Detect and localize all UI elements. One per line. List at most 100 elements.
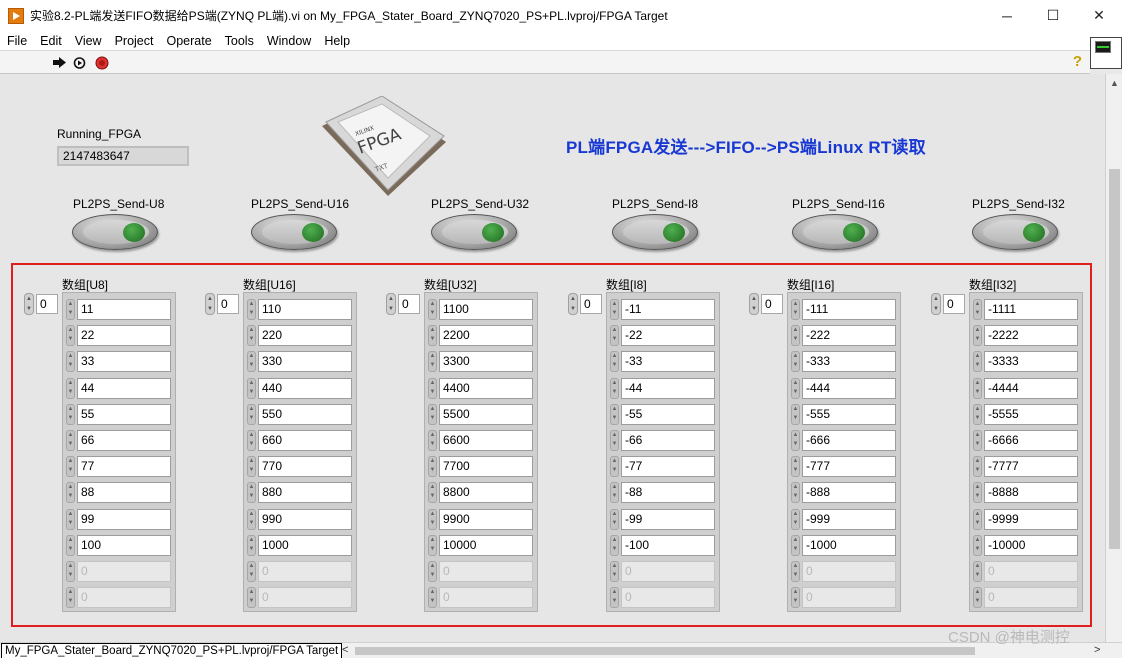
array-element[interactable]: 660 xyxy=(258,430,352,451)
array-element[interactable]: -1000 xyxy=(802,535,896,556)
array-element[interactable]: -3333 xyxy=(984,351,1078,372)
element-increment-decrement-icon[interactable]: ▲ ▼ xyxy=(791,404,800,425)
array-element[interactable]: -111 xyxy=(802,299,896,320)
array-element[interactable]: -11 xyxy=(621,299,715,320)
element-increment-decrement-icon[interactable]: ▲ ▼ xyxy=(973,351,982,372)
element-increment-decrement-icon[interactable]: ▲ ▼ xyxy=(428,509,437,530)
element-increment-decrement-icon[interactable]: ▲ ▼ xyxy=(973,509,982,530)
element-increment-decrement-icon[interactable]: ▲ ▼ xyxy=(791,325,800,346)
index-increment-decrement-icon[interactable]: ▲ ▼ xyxy=(205,293,215,315)
maximize-button[interactable]: ☐ xyxy=(1030,0,1076,31)
array-element[interactable]: 0 xyxy=(621,561,715,582)
vertical-scrollbar[interactable]: ▲ xyxy=(1105,74,1122,642)
element-increment-decrement-icon[interactable]: ▲ ▼ xyxy=(66,351,75,372)
array-element[interactable]: -555 xyxy=(802,404,896,425)
array-element[interactable]: 55 xyxy=(77,404,171,425)
element-increment-decrement-icon[interactable]: ▲ ▼ xyxy=(66,587,75,608)
element-increment-decrement-icon[interactable]: ▲ ▼ xyxy=(610,299,619,320)
array-element[interactable]: -2222 xyxy=(984,325,1078,346)
element-increment-decrement-icon[interactable]: ▲ ▼ xyxy=(247,587,256,608)
array-element[interactable]: -100 xyxy=(621,535,715,556)
array-element[interactable]: 7700 xyxy=(439,456,533,477)
element-increment-decrement-icon[interactable]: ▲ ▼ xyxy=(791,482,800,503)
element-increment-decrement-icon[interactable]: ▲ ▼ xyxy=(610,351,619,372)
send-button[interactable] xyxy=(251,214,337,250)
array-element[interactable]: -5555 xyxy=(984,404,1078,425)
element-increment-decrement-icon[interactable]: ▲ ▼ xyxy=(791,378,800,399)
element-increment-decrement-icon[interactable]: ▲ ▼ xyxy=(973,587,982,608)
array-element[interactable]: 9900 xyxy=(439,509,533,530)
menu-view[interactable]: View xyxy=(68,34,108,48)
element-increment-decrement-icon[interactable]: ▲ ▼ xyxy=(428,482,437,503)
index-increment-decrement-icon[interactable]: ▲ ▼ xyxy=(568,293,578,315)
array-element[interactable]: 220 xyxy=(258,325,352,346)
element-increment-decrement-icon[interactable]: ▲ ▼ xyxy=(610,430,619,451)
scroll-left-icon[interactable]: < xyxy=(342,643,348,658)
array-element[interactable]: -44 xyxy=(621,378,715,399)
element-increment-decrement-icon[interactable]: ▲ ▼ xyxy=(973,299,982,320)
minimize-button[interactable]: ─ xyxy=(984,0,1030,31)
element-increment-decrement-icon[interactable]: ▲ ▼ xyxy=(247,351,256,372)
array-element[interactable]: 88 xyxy=(77,482,171,503)
array-element[interactable]: 1100 xyxy=(439,299,533,320)
close-button[interactable]: ✕ xyxy=(1076,0,1122,31)
array-index-input[interactable]: 0 xyxy=(36,294,58,314)
send-button[interactable] xyxy=(612,214,698,250)
element-increment-decrement-icon[interactable]: ▲ ▼ xyxy=(610,456,619,477)
element-increment-decrement-icon[interactable]: ▲ ▼ xyxy=(66,404,75,425)
array-element[interactable]: 0 xyxy=(77,561,171,582)
element-increment-decrement-icon[interactable]: ▲ ▼ xyxy=(610,561,619,582)
send-button[interactable] xyxy=(431,214,517,250)
menu-edit[interactable]: Edit xyxy=(33,34,68,48)
array-element[interactable]: 11 xyxy=(77,299,171,320)
abort-stop-icon[interactable] xyxy=(93,54,111,71)
element-increment-decrement-icon[interactable]: ▲ ▼ xyxy=(66,430,75,451)
array-element[interactable]: 22 xyxy=(77,325,171,346)
element-increment-decrement-icon[interactable]: ▲ ▼ xyxy=(973,430,982,451)
array-element[interactable]: -999 xyxy=(802,509,896,530)
run-arrow-icon[interactable] xyxy=(50,54,68,71)
element-increment-decrement-icon[interactable]: ▲ ▼ xyxy=(973,404,982,425)
array-element[interactable]: -444 xyxy=(802,378,896,399)
index-increment-decrement-icon[interactable]: ▲ ▼ xyxy=(386,293,396,315)
element-increment-decrement-icon[interactable]: ▲ ▼ xyxy=(247,561,256,582)
array-element[interactable]: -1111 xyxy=(984,299,1078,320)
array-element[interactable]: 5500 xyxy=(439,404,533,425)
element-increment-decrement-icon[interactable]: ▲ ▼ xyxy=(973,325,982,346)
array-element[interactable]: -33 xyxy=(621,351,715,372)
element-increment-decrement-icon[interactable]: ▲ ▼ xyxy=(791,351,800,372)
element-increment-decrement-icon[interactable]: ▲ ▼ xyxy=(791,509,800,530)
element-increment-decrement-icon[interactable]: ▲ ▼ xyxy=(66,378,75,399)
element-increment-decrement-icon[interactable]: ▲ ▼ xyxy=(66,509,75,530)
element-increment-decrement-icon[interactable]: ▲ ▼ xyxy=(247,456,256,477)
element-increment-decrement-icon[interactable]: ▲ ▼ xyxy=(973,561,982,582)
array-element[interactable]: 880 xyxy=(258,482,352,503)
array-element[interactable]: 66 xyxy=(77,430,171,451)
element-increment-decrement-icon[interactable]: ▲ ▼ xyxy=(610,482,619,503)
array-element[interactable]: 6600 xyxy=(439,430,533,451)
array-element[interactable]: 3300 xyxy=(439,351,533,372)
element-increment-decrement-icon[interactable]: ▲ ▼ xyxy=(247,325,256,346)
element-increment-decrement-icon[interactable]: ▲ ▼ xyxy=(428,561,437,582)
array-element[interactable]: -10000 xyxy=(984,535,1078,556)
menu-tools[interactable]: Tools xyxy=(218,34,260,48)
menu-file[interactable]: File xyxy=(0,34,33,48)
array-element[interactable]: 4400 xyxy=(439,378,533,399)
element-increment-decrement-icon[interactable]: ▲ ▼ xyxy=(66,299,75,320)
array-element[interactable]: -7777 xyxy=(984,456,1078,477)
element-increment-decrement-icon[interactable]: ▲ ▼ xyxy=(428,325,437,346)
array-element[interactable]: 0 xyxy=(802,587,896,608)
index-increment-decrement-icon[interactable]: ▲ ▼ xyxy=(749,293,759,315)
array-element[interactable]: -6666 xyxy=(984,430,1078,451)
array-element[interactable]: 0 xyxy=(984,587,1078,608)
array-index-input[interactable]: 0 xyxy=(761,294,783,314)
element-increment-decrement-icon[interactable]: ▲ ▼ xyxy=(610,325,619,346)
array-element[interactable]: -66 xyxy=(621,430,715,451)
element-increment-decrement-icon[interactable]: ▲ ▼ xyxy=(428,430,437,451)
array-element[interactable]: 100 xyxy=(77,535,171,556)
context-help-icon[interactable]: ? xyxy=(1073,53,1082,70)
run-continuously-icon[interactable] xyxy=(70,54,88,71)
element-increment-decrement-icon[interactable]: ▲ ▼ xyxy=(247,535,256,556)
array-index-input[interactable]: 0 xyxy=(217,294,239,314)
array-index-input[interactable]: 0 xyxy=(398,294,420,314)
